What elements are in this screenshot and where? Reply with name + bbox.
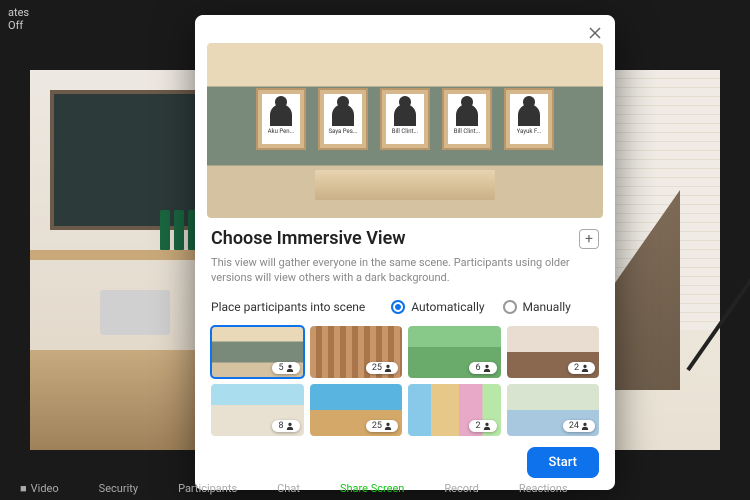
radio-automatically[interactable]: Automatically [391,300,484,314]
scene-option[interactable]: 24 [507,384,600,436]
participant-frame: Yayuk F... [504,88,554,150]
person-icon [483,422,491,430]
scene-option[interactable]: 8 [211,384,304,436]
radio-manually[interactable]: Manually [503,300,571,314]
scene-option[interactable]: 25 [310,384,403,436]
scene-option[interactable]: 2 [408,384,501,436]
place-participants-label: Place participants into scene [211,300,365,314]
scene-capacity-badge: 5 [272,362,299,374]
person-icon [483,364,491,372]
person-icon [384,364,392,372]
add-scene-button[interactable]: + [579,229,599,249]
top-off-label: Off [8,19,29,32]
scene-preview: Aku Pen... Saya Pes... Bill Clint... Bill C… [207,43,603,218]
person-icon [581,364,589,372]
start-button[interactable]: Start [527,447,599,478]
top-label: ates [8,6,29,19]
scene-capacity-badge: 24 [563,420,595,432]
scene-capacity-badge: 2 [568,362,595,374]
scene-grid: 5 25 6 2 8 25 2 24 [211,326,599,436]
participant-frame: Aku Pen... [256,88,306,150]
modal-description: This view will gather everyone in the sa… [211,255,599,286]
person-silhouette-icon [456,104,478,126]
scene-capacity-badge: 8 [272,420,299,432]
person-silhouette-icon [518,104,540,126]
scene-capacity-badge: 2 [469,420,496,432]
chat-button[interactable]: Chat [277,482,300,495]
scene-option[interactable]: 6 [408,326,501,378]
modal-title: Choose Immersive View [211,228,406,249]
person-icon [286,422,294,430]
participant-frames: Aku Pen... Saya Pes... Bill Clint... Bill C… [207,88,603,150]
video-icon: ■ [20,482,27,495]
security-button[interactable]: Security [99,482,138,495]
scene-capacity-badge: 25 [366,420,398,432]
person-icon [581,422,589,430]
participant-name: Saya Pes... [328,128,357,135]
scene-option[interactable]: 25 [310,326,403,378]
person-icon [384,422,392,430]
person-icon [286,364,294,372]
participant-frame: Bill Clint... [380,88,430,150]
participant-name: Bill Clint... [392,128,418,135]
scene-option[interactable]: 5 [211,326,304,378]
share-screen-button[interactable]: Share Screen [340,482,404,495]
participant-name: Yayuk F... [517,128,542,135]
scene-capacity-badge: 25 [366,362,398,374]
video-button[interactable]: ■Video [20,482,59,495]
person-silhouette-icon [270,104,292,126]
participant-frame: Bill Clint... [442,88,492,150]
bench-decor [315,170,495,200]
participant-name: Bill Clint... [454,128,480,135]
scene-option[interactable]: 2 [507,326,600,378]
participant-frame: Saya Pes... [318,88,368,150]
bottles-decor [160,210,198,250]
person-silhouette-icon [332,104,354,126]
person-silhouette-icon [394,104,416,126]
participant-name: Aku Pen... [268,128,295,135]
immersive-view-modal: Aku Pen... Saya Pes... Bill Clint... Bill C… [195,15,615,490]
radio-manual-label: Manually [523,300,571,314]
radio-auto-label: Automatically [411,300,484,314]
participants-button[interactable]: Participants [178,482,237,495]
scene-capacity-badge: 6 [469,362,496,374]
close-icon [589,27,601,39]
laptop-decor [100,290,170,335]
bottom-toolbar: ■Video Security Participants Chat Share … [0,476,750,500]
top-bar: ates Off [0,0,37,30]
record-button[interactable]: Record [444,482,478,495]
reactions-button[interactable]: Reactions [519,482,568,495]
close-button[interactable] [585,23,605,43]
